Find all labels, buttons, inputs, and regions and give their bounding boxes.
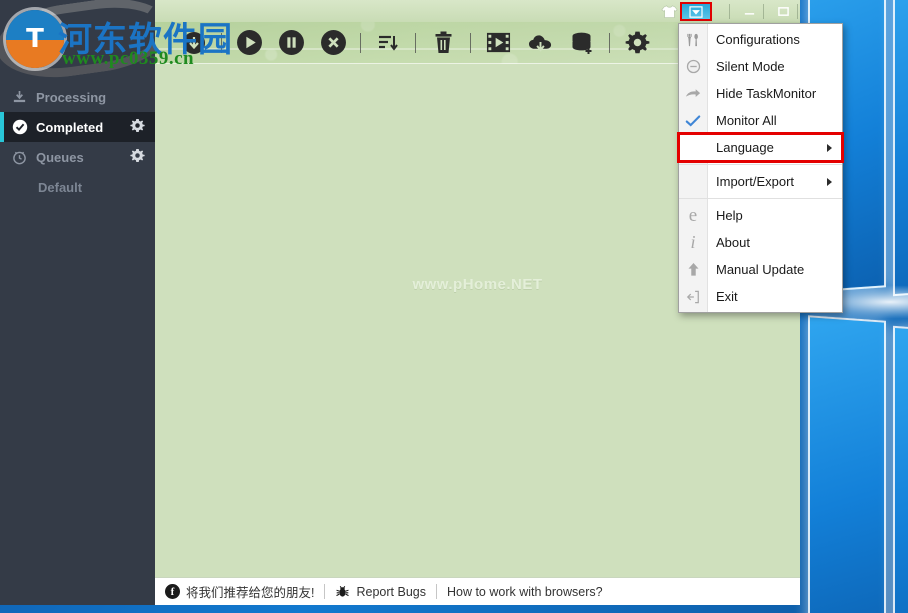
menu-item-label: Configurations	[716, 32, 800, 47]
menu-item-language[interactable]: Language	[677, 132, 844, 163]
sidebar-item-label: Queues	[36, 149, 84, 165]
menu-item-label: Language	[716, 140, 774, 155]
menu-separator	[679, 198, 842, 199]
info-i-icon: i	[690, 232, 696, 252]
toolbar-divider	[609, 32, 610, 53]
main-menu-button[interactable]	[680, 2, 712, 21]
menu-item-manual-update[interactable]: Manual Update	[679, 256, 842, 283]
menu-item-label: Monitor All	[716, 113, 777, 128]
clock-icon	[12, 150, 32, 165]
play-icon[interactable]	[232, 26, 266, 60]
film-icon[interactable]	[481, 26, 515, 60]
sidebar-item-completed[interactable]: Completed	[0, 112, 155, 142]
sidebar-item-label: Processing	[36, 89, 107, 105]
help-e-icon: e	[688, 204, 698, 226]
trash-icon[interactable]	[426, 26, 460, 60]
menu-item-about[interactable]: i About	[679, 229, 842, 256]
maximize-button[interactable]	[766, 2, 800, 21]
browsers-help-link[interactable]: How to work with browsers?	[437, 585, 613, 599]
wallpaper-pane	[808, 315, 886, 613]
sidebar-item-processing[interactable]: Processing	[0, 82, 155, 112]
menu-item-label: Exit	[716, 289, 738, 304]
menu-item-configurations[interactable]: Configurations	[679, 26, 842, 53]
check-circle-icon	[12, 119, 32, 135]
wallpaper-pane	[893, 0, 908, 297]
toolbar-divider	[221, 32, 222, 53]
gear-icon[interactable]	[130, 118, 145, 136]
stop-icon[interactable]	[316, 26, 350, 60]
sort-descending-icon[interactable]	[371, 26, 405, 60]
menu-item-help[interactable]: e Help	[679, 202, 842, 229]
cloud-download-icon[interactable]	[523, 26, 557, 60]
browsers-label: How to work with browsers?	[446, 584, 603, 599]
toolbar-divider	[470, 32, 471, 53]
menu-item-exit[interactable]: Exit	[679, 283, 842, 310]
up-arrow-icon	[679, 256, 707, 283]
gear-icon[interactable]	[620, 26, 654, 60]
menu-item-label: Import/Export	[716, 174, 795, 189]
recommend-link[interactable]: f 将我们推荐给您的朋友!	[155, 582, 324, 601]
download-tray-icon	[12, 90, 32, 105]
menu-item-import-export[interactable]: Import/Export	[679, 168, 842, 195]
sidebar-subitem-default[interactable]: Default	[0, 172, 155, 202]
report-bugs-label: Report Bugs	[356, 584, 426, 599]
minimize-button[interactable]	[732, 2, 766, 21]
menu-icon-placeholder	[679, 134, 707, 161]
minus-circle-icon	[679, 53, 707, 80]
submenu-arrow-icon	[827, 143, 832, 152]
status-bar: f 将我们推荐给您的朋友! Report Bugs How to work wi…	[155, 577, 800, 605]
sidebar-subitem-label: Default	[38, 179, 83, 195]
bug-icon	[335, 584, 350, 599]
pause-icon[interactable]	[274, 26, 308, 60]
add-download-icon[interactable]	[177, 26, 211, 60]
database-add-icon[interactable]	[565, 26, 599, 60]
menu-item-monitor-all[interactable]: Monitor All	[679, 107, 842, 134]
facebook-icon: f	[165, 584, 180, 599]
sidebar: Processing Completed Queues Default	[0, 0, 155, 605]
sidebar-item-queues[interactable]: Queues	[0, 142, 155, 172]
menu-item-label: Hide TaskMonitor	[716, 86, 817, 101]
toolbar-divider	[415, 32, 416, 53]
exit-icon	[679, 283, 707, 310]
sidebar-item-label: Completed	[36, 119, 104, 135]
report-bugs-link[interactable]: Report Bugs	[325, 584, 435, 599]
menu-item-label: Help	[716, 208, 743, 223]
menu-icon-placeholder	[679, 168, 707, 195]
wallpaper-pane	[893, 325, 908, 613]
arrow-hide-icon	[679, 80, 707, 107]
check-icon	[679, 107, 707, 134]
tools-icon	[679, 26, 707, 53]
desktop-background: 过滤 Processing	[0, 0, 908, 613]
toolbar-divider	[360, 32, 361, 53]
menu-item-label: Manual Update	[716, 262, 805, 277]
main-dropdown-menu: Configurations Silent Mode Hide TaskMoni…	[677, 23, 844, 313]
menu-item-label: About	[716, 235, 750, 250]
recommend-label: 将我们推荐给您的朋友!	[186, 586, 315, 600]
menu-item-label: Silent Mode	[716, 59, 785, 74]
menu-separator	[679, 164, 842, 165]
gear-icon[interactable]	[130, 148, 145, 166]
submenu-arrow-icon	[827, 177, 832, 186]
menu-item-silent-mode[interactable]: Silent Mode	[679, 53, 842, 80]
menu-item-hide-taskmonitor[interactable]: Hide TaskMonitor	[679, 80, 842, 107]
